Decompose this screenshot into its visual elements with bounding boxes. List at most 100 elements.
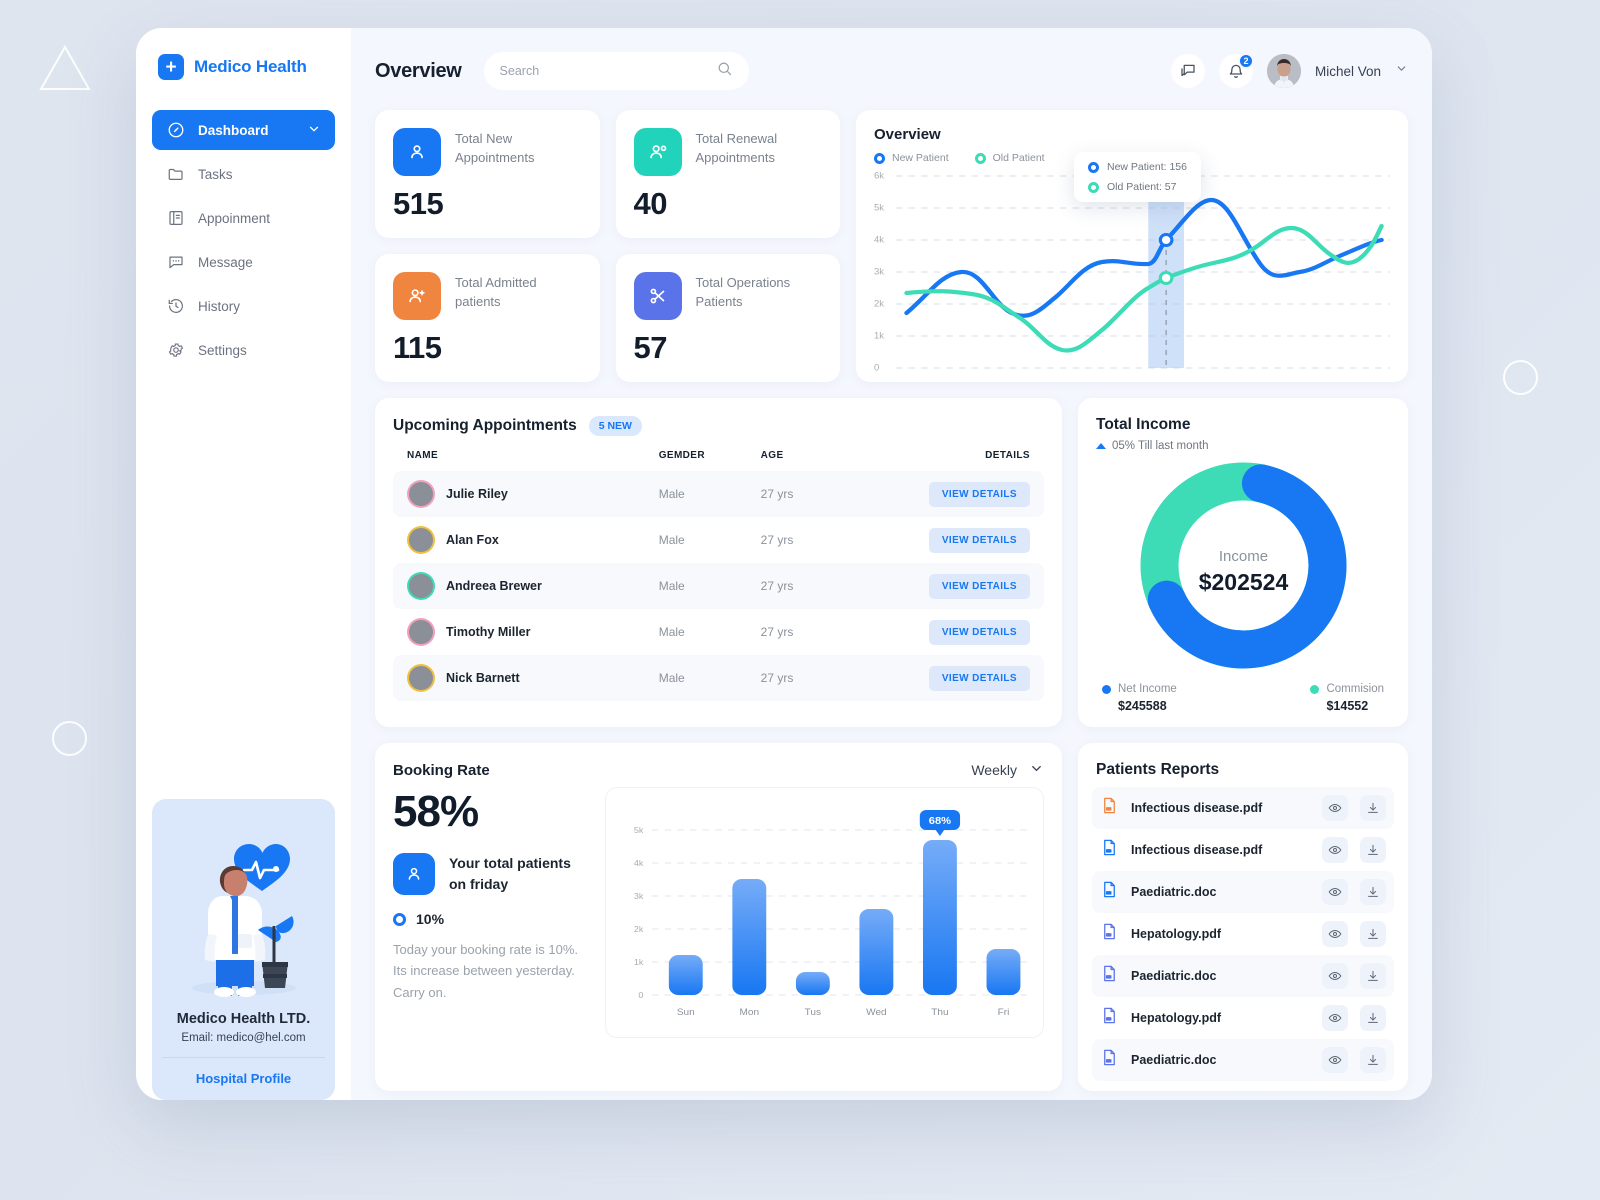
- sidebar: + Medico Health Dashboard Tasks Appoinme…: [136, 28, 351, 1100]
- table-row[interactable]: Alan Fox Male 27 yrs VIEW DETAILS: [393, 517, 1044, 563]
- donut-svg: Income $202524: [1140, 462, 1346, 669]
- table-row[interactable]: Nick Barnett Male 27 yrs VIEW DETAILS: [393, 655, 1044, 701]
- table-row[interactable]: Julie Riley Male 27 yrs VIEW DETAILS: [393, 471, 1044, 517]
- eye-icon[interactable]: [1322, 1047, 1348, 1073]
- column-header-name: NAME: [407, 450, 439, 461]
- list-item[interactable]: Paediatric.doc: [1092, 1039, 1394, 1081]
- page-title: Overview: [375, 59, 462, 82]
- svg-text:Wed: Wed: [866, 1007, 886, 1018]
- download-icon[interactable]: [1360, 921, 1386, 947]
- decor-circle-right: [1503, 360, 1538, 395]
- view-details-button[interactable]: VIEW DETAILS: [928, 665, 1030, 691]
- eye-icon[interactable]: [1322, 963, 1348, 989]
- eye-icon[interactable]: [1322, 879, 1348, 905]
- user-add-icon: [393, 272, 441, 320]
- notifications-button[interactable]: 2: [1218, 53, 1254, 88]
- svg-text:68%: 68%: [929, 815, 952, 827]
- donut-center-label: Income: [1218, 548, 1267, 565]
- report-name: Paediatric.doc: [1131, 969, 1217, 983]
- eye-icon[interactable]: [1322, 795, 1348, 821]
- list-item[interactable]: Infectious disease.pdf: [1092, 829, 1394, 871]
- stats-and-overview-row: Total New Appointments 515 Total Renewal…: [375, 110, 1408, 382]
- svg-text:2k: 2k: [634, 924, 644, 934]
- stat-card-renewal-appointments[interactable]: Total Renewal Appointments 40: [615, 110, 840, 238]
- messages-button[interactable]: [1170, 54, 1205, 88]
- patient-name: Nick Barnett: [446, 671, 520, 685]
- avatar[interactable]: [1266, 54, 1301, 88]
- decor-circle-left: [52, 721, 87, 756]
- eye-icon[interactable]: [1322, 1005, 1348, 1031]
- svg-text:Sun: Sun: [677, 1007, 695, 1018]
- search-input[interactable]: [499, 64, 716, 78]
- app-window: + Medico Health Dashboard Tasks Appoinme…: [136, 28, 1432, 1100]
- hospital-profile-link[interactable]: Hospital Profile: [162, 1057, 325, 1100]
- table-row[interactable]: Timothy Miller Male 27 yrs VIEW DETAILS: [393, 609, 1044, 655]
- booking-summary: 58% Your total patients on friday 10% To…: [393, 787, 583, 1038]
- stat-label: Total New Appointments: [455, 131, 535, 165]
- stat-label: Total Admitted patients: [455, 275, 537, 309]
- appointments-and-income-row: Upcoming Appointments 5 NEW NAME GEMDER …: [375, 398, 1408, 727]
- eye-icon[interactable]: [1322, 921, 1348, 947]
- period-selector[interactable]: Weekly: [971, 761, 1044, 779]
- brand[interactable]: + Medico Health: [136, 54, 351, 80]
- chevron-down-icon: [1029, 761, 1044, 779]
- table-row[interactable]: Andreea Brewer Male 27 yrs VIEW DETAILS: [393, 563, 1044, 609]
- history-icon: [166, 297, 185, 316]
- list-item[interactable]: Paediatric.doc: [1092, 955, 1394, 997]
- y-tick: 1k: [874, 330, 885, 342]
- svg-text:4k: 4k: [634, 858, 644, 868]
- eye-icon[interactable]: [1322, 837, 1348, 863]
- view-details-button[interactable]: VIEW DETAILS: [928, 573, 1030, 599]
- sidebar-item-appoinment[interactable]: Appoinment: [152, 198, 335, 238]
- stat-card-new-appointments[interactable]: Total New Appointments 515: [375, 110, 600, 238]
- report-name: Hepatology.pdf: [1131, 1011, 1222, 1025]
- download-icon[interactable]: [1360, 1047, 1386, 1073]
- tooltip-row-new: New Patient: 156: [1088, 161, 1187, 173]
- patient-gender: Male: [658, 533, 685, 547]
- sidebar-item-settings[interactable]: Settings: [152, 330, 335, 370]
- main-content: Overview 2: [351, 28, 1432, 1100]
- list-item[interactable]: Hepatology.pdf: [1092, 913, 1394, 955]
- chat-icon: [166, 253, 185, 272]
- download-icon[interactable]: [1360, 963, 1386, 989]
- report-name: Infectious disease.pdf: [1131, 801, 1263, 815]
- stat-value: 40: [633, 186, 668, 221]
- download-icon[interactable]: [1360, 837, 1386, 863]
- income-legend: Net Income $245588 Commision $14552: [1096, 683, 1390, 713]
- avatar: [407, 664, 435, 692]
- download-icon[interactable]: [1360, 1005, 1386, 1031]
- user-icon: [393, 128, 441, 176]
- column-header-gender: GEMDER: [658, 450, 705, 461]
- patient-gender: Male: [644, 655, 747, 701]
- view-details-button[interactable]: VIEW DETAILS: [928, 481, 1030, 507]
- list-item[interactable]: Infectious disease.pdf: [1092, 787, 1394, 829]
- legend-label: Net Income: [1118, 683, 1177, 695]
- sidebar-item-message[interactable]: Message: [152, 242, 335, 282]
- sidebar-item-history[interactable]: History: [152, 286, 335, 326]
- booking-rate-row: 10%: [393, 911, 583, 927]
- patient-age: 27 yrs: [746, 471, 826, 517]
- avatar: [407, 480, 435, 508]
- search-box[interactable]: [483, 52, 749, 90]
- legend-label: Old Patient: [992, 152, 1045, 164]
- download-icon[interactable]: [1360, 795, 1386, 821]
- view-details-button[interactable]: VIEW DETAILS: [928, 619, 1030, 645]
- sidebar-item-dashboard[interactable]: Dashboard: [152, 110, 335, 150]
- overview-chart-card: Overview New Patient Old Patient 6k 5k 4…: [856, 110, 1408, 382]
- income-trend-label: 05% Till last month: [1112, 440, 1209, 452]
- stat-card-admitted-patients[interactable]: Total Admitted patients 115: [375, 254, 600, 382]
- list-item[interactable]: Paediatric.doc: [1092, 871, 1394, 913]
- report-name: Paediatric.doc: [1131, 885, 1217, 899]
- download-icon[interactable]: [1360, 879, 1386, 905]
- sidebar-item-tasks[interactable]: Tasks: [152, 154, 335, 194]
- patient-age: 27 yrs: [746, 563, 826, 609]
- view-details-button[interactable]: VIEW DETAILS: [928, 527, 1030, 553]
- chevron-down-icon[interactable]: [1395, 62, 1408, 80]
- stat-card-operations-patients[interactable]: Total Operations Patients 57: [615, 254, 840, 382]
- y-tick: 3k: [874, 266, 885, 278]
- folder-icon: [166, 165, 185, 184]
- booking-note: Today your booking rate is 10%. Its incr…: [393, 942, 578, 1000]
- list-item[interactable]: Hepatology.pdf: [1092, 997, 1394, 1039]
- period-label: Weekly: [971, 762, 1017, 778]
- scissors-icon: [633, 272, 682, 320]
